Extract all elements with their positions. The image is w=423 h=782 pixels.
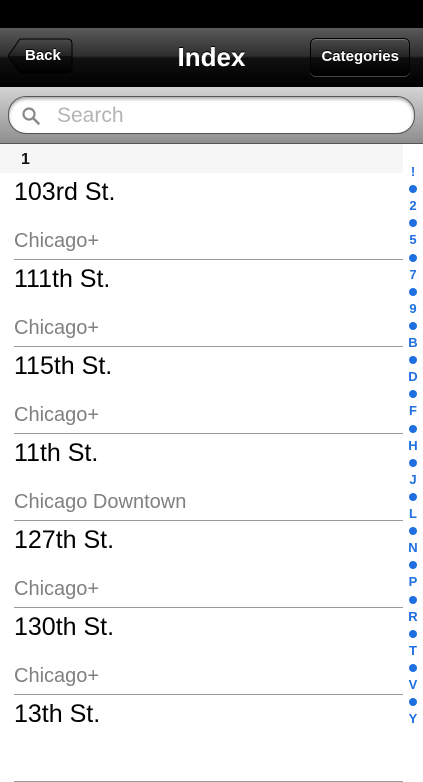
list-item-subtitle: Chicago+ [14,404,100,426]
section-header: 1 [0,144,403,173]
list-item[interactable]: 13th St. [0,695,403,782]
index-letter[interactable]: D [403,370,423,384]
index-separator-dot[interactable] [409,390,417,399]
list-item-subtitle: Chicago+ [14,578,100,600]
categories-button[interactable]: Categories [310,38,410,76]
list-item[interactable]: 130th St. Chicago+ [0,608,403,695]
index-letter[interactable]: 5 [403,233,423,247]
alphabet-index-bar[interactable]: ! 2 5 7 9 B D F H J L N P R T V Y [403,160,423,750]
search-bar [0,87,423,144]
index-separator-dot[interactable] [409,287,417,296]
index-letter[interactable]: Y [403,712,423,726]
index-letter[interactable]: V [403,678,423,692]
index-letter[interactable]: N [403,541,423,555]
list-item-subtitle: Chicago+ [14,230,100,252]
index-letter[interactable]: T [403,643,423,658]
list-item-title: 115th St. [14,352,113,380]
search-field[interactable] [8,96,415,134]
list-item-subtitle: Chicago+ [14,665,100,687]
index-separator-dot[interactable] [409,663,417,672]
list-item-subtitle: Chicago Downtown [14,491,187,513]
index-separator-dot[interactable] [409,527,417,536]
index-letter[interactable]: P [403,575,423,589]
search-input[interactable] [55,101,399,131]
index-separator-dot[interactable] [409,219,417,228]
list-item-title: 103rd St. [14,178,116,206]
list-item-title: 13th St. [14,700,101,728]
index-separator-dot[interactable] [409,458,417,467]
list-item-title: 127th St. [14,526,115,554]
list-item[interactable]: 11th St. Chicago Downtown [0,434,403,521]
index-letter[interactable]: ! [403,165,423,179]
index-separator-dot[interactable] [409,595,417,604]
index-separator-dot[interactable] [409,321,417,330]
index-separator-dot[interactable] [409,561,417,570]
section-header-label: 1 [21,151,30,168]
status-bar [0,0,423,28]
index-letter[interactable]: 9 [403,301,423,316]
index-separator-dot[interactable] [409,253,417,262]
list-item-title: 111th St. [14,265,111,293]
list-item-subtitle: Chicago+ [14,317,100,339]
index-letter[interactable]: L [403,507,423,521]
index-separator-dot[interactable] [409,424,417,433]
list-item[interactable]: 115th St. Chicago+ [0,347,403,434]
list-item-title: 130th St. [14,613,115,641]
list-item-title: 11th St. [14,439,99,467]
index-letter[interactable]: H [403,438,423,453]
index-separator-dot[interactable] [409,185,417,194]
index-letter[interactable]: 7 [403,267,423,282]
list-item[interactable]: 127th St. Chicago+ [0,521,403,608]
index-separator-dot[interactable] [409,492,417,501]
index-separator-dot[interactable] [409,698,417,707]
index-letter[interactable]: R [403,609,423,624]
index-list: 1 103rd St. Chicago+ 111th St. Chicago+ 115t… [0,144,403,782]
index-letter[interactable]: J [403,472,423,487]
navigation-bar: Back Index Categories [0,28,423,87]
index-letter[interactable]: B [403,336,423,350]
index-letter[interactable]: F [403,404,423,418]
index-separator-dot[interactable] [409,629,417,638]
list-item[interactable]: 111th St. Chicago+ [0,260,403,347]
list-item[interactable]: 103rd St. Chicago+ [0,173,403,260]
magnifier-icon [22,107,40,125]
index-letter[interactable]: 2 [403,199,423,213]
index-separator-dot[interactable] [409,356,417,365]
